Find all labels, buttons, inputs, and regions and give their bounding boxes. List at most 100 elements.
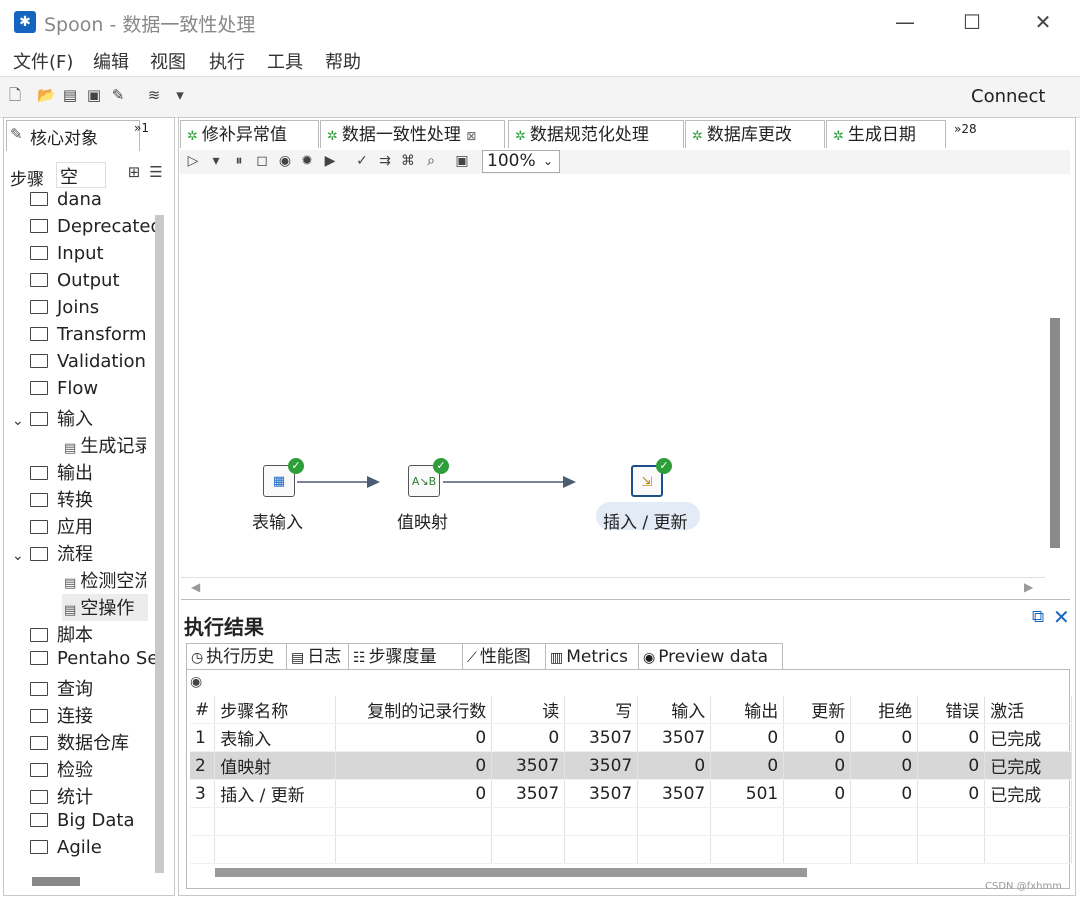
replay-icon[interactable]: ▶ — [321, 152, 339, 170]
preview-icon[interactable]: ◉ — [276, 152, 294, 170]
step-search-input[interactable]: 空 — [56, 162, 106, 188]
results-tab-history[interactable]: ◷ 执行历史 — [186, 643, 294, 670]
tree-folder-item[interactable]: Deprecated — [12, 216, 157, 243]
tree-folder-item[interactable]: 检验 — [12, 756, 157, 783]
tree-step-item[interactable]: ▤ 检测空流 — [64, 567, 146, 594]
tree-folder-item[interactable]: ⌄ 输入 — [12, 405, 157, 432]
tab-database-change[interactable]: ✲ 数据库更改 — [685, 120, 825, 148]
scroll-left-icon[interactable]: ◀ — [191, 580, 200, 594]
editor-tabs-overflow[interactable]: »28 — [954, 122, 977, 136]
tree-folder-item[interactable]: Big Data — [12, 810, 157, 837]
tree-folder-item[interactable]: 查询 — [12, 675, 157, 702]
tree-folder-item[interactable]: Transform — [12, 324, 157, 351]
explore-db-icon[interactable]: ⌕ — [422, 152, 440, 170]
chevron-down-icon[interactable]: ⌄ — [12, 413, 30, 429]
dropdown-icon[interactable]: ▾ — [171, 86, 189, 104]
canvas-horizontal-scrollbar[interactable] — [181, 577, 1045, 598]
close-results-icon[interactable]: ✕ — [1053, 605, 1070, 629]
tab-data-consistency[interactable]: ✲ 数据一致性处理 ⊠ — [320, 120, 505, 148]
column-header[interactable]: 输出 — [710, 696, 785, 724]
table-row[interactable]: 2 值映射 0 3507 3507 0 0 0 0 0 已完成 — [190, 751, 1073, 780]
pause-icon[interactable]: ⏸ — [230, 152, 248, 170]
tree-horizontal-scrollbar[interactable] — [32, 877, 80, 886]
tree-folder-item[interactable]: 数据仓库 — [12, 729, 157, 756]
results-horizontal-scrollbar[interactable] — [215, 868, 807, 877]
tree-folder-item[interactable]: 脚本 — [12, 621, 157, 648]
results-tab-chart[interactable]: ⟋ 性能图 — [462, 643, 553, 670]
column-header[interactable]: 拒绝 — [850, 696, 919, 724]
tree-folder-item[interactable]: Input — [12, 243, 157, 270]
menu-run[interactable]: 执行 — [209, 48, 245, 74]
column-header[interactable]: 激活 — [984, 696, 1073, 724]
menu-edit[interactable]: 编辑 — [93, 48, 129, 74]
tab-data-normalization[interactable]: ✲ 数据规范化处理 — [508, 120, 684, 148]
column-header[interactable]: 复制的记录行数 — [335, 696, 493, 724]
menu-view[interactable]: 视图 — [150, 48, 186, 74]
tree-folder-item[interactable]: dana — [12, 189, 157, 216]
tree-step-item[interactable]: ▤ 生成记录 — [64, 432, 146, 459]
tree-folder-item[interactable]: 连接 — [12, 702, 157, 729]
results-tab-step-metrics[interactable]: ☷ 步骤度量 — [348, 643, 470, 670]
maximize-results-icon[interactable]: ⧉ — [1032, 607, 1044, 627]
tree-folder-item[interactable]: Validation — [12, 351, 157, 378]
expand-tree-icon[interactable]: ⊞ — [125, 163, 143, 181]
maximize-button[interactable]: ☐ — [957, 8, 987, 36]
sql-icon[interactable]: ⌘ — [399, 152, 417, 170]
tree-folder-item[interactable]: ⌄ 流程 — [12, 540, 157, 567]
column-header[interactable]: 步骤名称 — [214, 696, 337, 724]
layers-icon[interactable]: ≋ — [145, 86, 163, 104]
close-window-button[interactable]: ✕ — [1028, 8, 1058, 36]
tree-folder-item[interactable]: 统计 — [12, 783, 157, 810]
zoom-select[interactable]: 100% ⌄ — [482, 150, 560, 173]
step-label-table-input[interactable]: 表输入 — [252, 508, 303, 533]
column-header[interactable]: 更新 — [783, 696, 852, 724]
tree-folder-item[interactable]: Output — [12, 270, 157, 297]
table-row[interactable]: 1 表输入 0 0 3507 3507 0 0 0 0 已完成 — [190, 723, 1073, 752]
left-tab-overflow[interactable]: »1 — [134, 121, 149, 135]
tree-folder-item[interactable]: 输出 — [12, 459, 157, 486]
tab-fix-outliers[interactable]: ✲ 修补异常值 — [180, 120, 319, 148]
step-label-value-mapper[interactable]: 值映射 — [397, 508, 448, 533]
run-dropdown-icon[interactable]: ▾ — [207, 152, 225, 170]
eye-icon[interactable]: ◉ — [190, 674, 202, 690]
column-header[interactable]: 输入 — [637, 696, 712, 724]
connect-button[interactable]: Connect — [971, 86, 1045, 107]
minimize-button[interactable]: — — [890, 8, 920, 36]
column-header[interactable]: # — [190, 696, 216, 724]
tree-folder-item[interactable]: Pentaho Server — [12, 648, 157, 675]
tree-folder-item[interactable]: 应用 — [12, 513, 157, 540]
splitter[interactable] — [181, 599, 1070, 600]
tree-scrollbar[interactable] — [155, 215, 164, 873]
column-header[interactable]: 读 — [491, 696, 566, 724]
impact-icon[interactable]: ⇉ — [376, 152, 394, 170]
new-file-icon[interactable]: 🗋 — [6, 86, 24, 104]
column-header[interactable]: 错误 — [917, 696, 986, 724]
menu-help[interactable]: 帮助 — [325, 48, 361, 74]
results-tab-eye[interactable]: ◉ Preview data — [638, 643, 783, 670]
tab-generate-date[interactable]: ✲ 生成日期 — [826, 120, 946, 148]
results-tab-metrics[interactable]: ▥ Metrics — [545, 643, 646, 670]
canvas-vertical-scrollbar[interactable] — [1050, 318, 1060, 548]
save-icon[interactable]: ▣ — [85, 86, 103, 104]
run-icon[interactable]: ▷ — [184, 152, 202, 170]
explore-icon[interactable]: ▤ — [61, 86, 79, 104]
tree-folder-item[interactable]: Flow — [12, 378, 157, 405]
column-header[interactable]: 写 — [564, 696, 639, 724]
verify-icon[interactable]: ✓ — [353, 152, 371, 170]
chevron-down-icon[interactable]: ⌄ — [12, 548, 30, 564]
table-row[interactable]: 3 插入 / 更新 0 3507 3507 3507 501 0 0 0 已完成 — [190, 779, 1073, 808]
debug-icon[interactable]: ✹ — [298, 152, 316, 170]
show-results-icon[interactable]: ▣ — [453, 152, 471, 170]
tree-step-item[interactable]: ▤ 空操作 — [62, 594, 148, 621]
scroll-right-icon[interactable]: ▶ — [1024, 580, 1033, 594]
tree-folder-item[interactable]: Joins — [12, 297, 157, 324]
close-tab-icon[interactable]: ⊠ — [466, 129, 476, 143]
collapse-tree-icon[interactable]: ☰ — [147, 163, 165, 181]
step-label-insert-update[interactable]: 插入 / 更新 — [603, 508, 688, 533]
save-as-icon[interactable]: ✎ — [109, 86, 127, 104]
results-tab-log[interactable]: ▤ 日志 — [286, 643, 356, 670]
menu-file[interactable]: 文件(F) — [13, 48, 73, 74]
menu-tools[interactable]: 工具 — [267, 48, 303, 74]
stop-icon[interactable]: ◻ — [253, 152, 271, 170]
tree-folder-item[interactable]: Agile — [12, 837, 157, 864]
